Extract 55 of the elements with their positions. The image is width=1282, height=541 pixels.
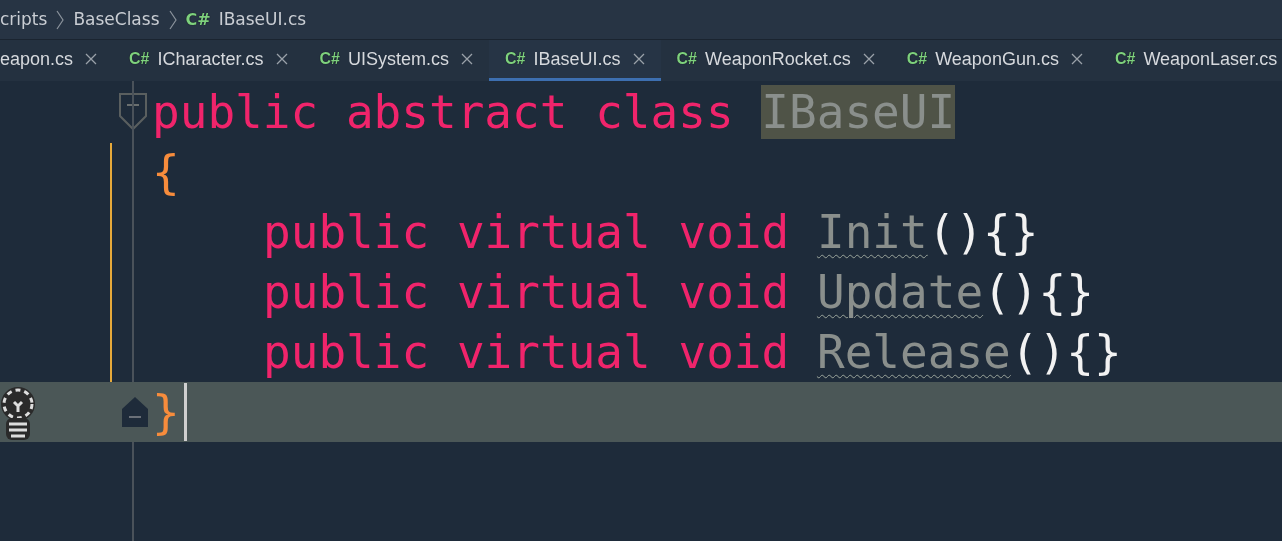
editor-tab[interactable]: C# WeaponGun.cs [890, 40, 1099, 81]
close-icon[interactable] [85, 53, 98, 65]
tab-label: IBaseUI.cs [533, 47, 621, 71]
tab-label: eapon.cs [0, 47, 74, 71]
code-token: public [263, 205, 430, 259]
close-icon[interactable] [1070, 53, 1083, 65]
csharp-file-icon: C# [676, 47, 697, 71]
code-token: abstract [345, 85, 568, 139]
breadcrumb-item[interactable]: cripts [0, 6, 48, 33]
close-icon[interactable] [461, 53, 474, 65]
tab-label: ICharacter.cs [157, 47, 264, 71]
csharp-file-icon: C# [319, 47, 340, 71]
close-icon[interactable] [862, 53, 875, 65]
breadcrumb-item[interactable]: BaseClass [73, 6, 160, 33]
editor-tab[interactable]: C# WeaponLaser.cs [1098, 40, 1282, 81]
code-token: public [263, 265, 430, 319]
editor-tab[interactable]: C# UISystem.cs [303, 40, 490, 81]
csharp-file-icon: C# [906, 47, 928, 71]
tab-label: UISystem.cs [348, 47, 450, 71]
close-icon[interactable] [275, 53, 288, 65]
code-token: (){} [927, 205, 1039, 259]
code-brace: } [152, 384, 180, 441]
tab-label: WeaponGun.cs [935, 47, 1059, 71]
code-token: Update [816, 265, 984, 319]
breadcrumb-item[interactable]: IBaseUI.cs [218, 6, 307, 33]
text-cursor [183, 383, 187, 441]
tab-label: WeaponLaser.cs [1143, 47, 1278, 71]
code-token: void [678, 205, 790, 259]
code-token: public [263, 325, 430, 379]
fold-expand-icon[interactable] [120, 395, 150, 429]
chevron-icon [167, 8, 178, 31]
code-token: (){} [983, 265, 1094, 319]
code-brace: { [152, 144, 180, 201]
csharp-file-icon: C# [1114, 47, 1136, 71]
code-token: public [152, 85, 319, 139]
csharp-file-icon: C# [185, 7, 211, 32]
code-token: virtual [456, 325, 651, 379]
code-token: virtual [456, 205, 651, 259]
editor-tab[interactable]: C# ICharacter.cs [113, 40, 304, 81]
csharp-file-icon: C# [129, 47, 150, 71]
tab-label: WeaponRocket.cs [704, 47, 851, 71]
csharp-file-icon: C# [505, 47, 526, 71]
editor-tab[interactable]: C# WeaponRocket.cs [660, 40, 891, 81]
code-token: class [595, 85, 734, 139]
code-token: IBaseUI [761, 85, 956, 139]
code-token: void [678, 265, 790, 319]
code-token: Init [816, 205, 928, 259]
code-token: virtual [456, 265, 651, 319]
code-token: Release [816, 325, 1011, 379]
code-token: (){} [1010, 325, 1122, 379]
editor-tab[interactable]: eapon.cs [0, 40, 114, 81]
code-token: void [678, 325, 790, 379]
editor-tab[interactable]: C# IBaseUI.cs [489, 40, 661, 81]
close-icon[interactable] [632, 53, 645, 65]
chevron-icon [55, 8, 66, 31]
